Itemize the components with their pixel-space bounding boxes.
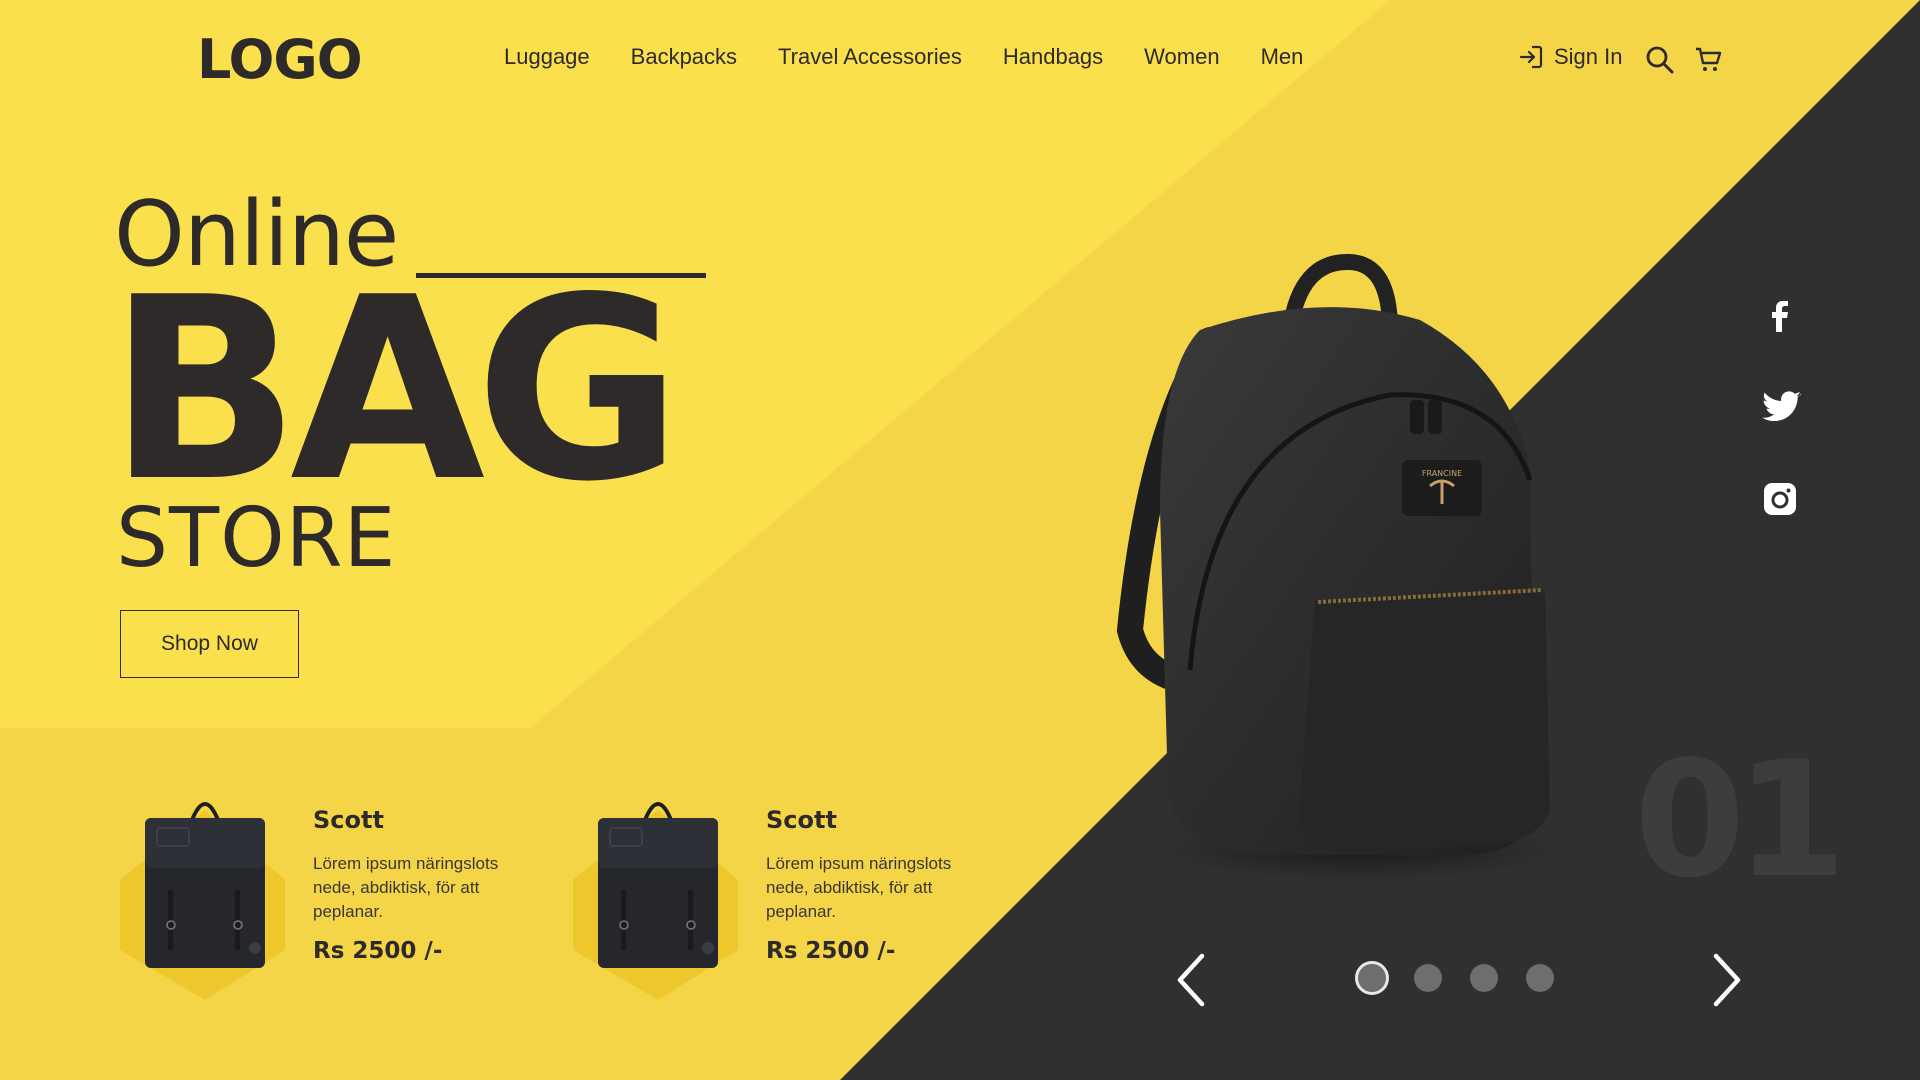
product-thumbnail [120, 802, 285, 1000]
hero-backpack-image: FRANCINE [1116, 253, 1560, 880]
chevron-left-icon [1177, 953, 1205, 1007]
next-slide-button[interactable] [1710, 952, 1744, 1012]
prev-slide-button[interactable] [1174, 952, 1208, 1012]
landing-page: LOGO Luggage Backpacks Travel Accessorie… [0, 0, 1920, 1080]
nav-backpacks[interactable]: Backpacks [631, 44, 737, 70]
slider-dots [1355, 961, 1582, 995]
product-title: Scott [313, 806, 384, 834]
hero-title-bag: BAG [108, 244, 682, 537]
nav-handbags[interactable]: Handbags [1003, 44, 1103, 70]
hero-title-store: STORE [116, 491, 397, 586]
slider-dot-2[interactable] [1414, 964, 1442, 992]
product-card[interactable]: Scott Lörem ipsum näringslots nede, abdi… [120, 770, 540, 1010]
sign-in-icon [1519, 45, 1543, 69]
twitter-icon [1762, 391, 1801, 422]
product-thumbnail [573, 802, 738, 1000]
facebook-link[interactable] [1762, 298, 1798, 338]
cart-button[interactable] [1694, 46, 1722, 78]
nav-women[interactable]: Women [1144, 44, 1219, 70]
main-nav: Luggage Backpacks Travel Accessories Han… [504, 44, 1344, 70]
instagram-link[interactable] [1762, 481, 1798, 521]
slide-number: 01 [1634, 726, 1847, 913]
slider-dot-3[interactable] [1470, 964, 1498, 992]
product-description: Lörem ipsum näringslots nede, abdiktisk,… [766, 854, 952, 921]
chevron-right-icon [1713, 953, 1741, 1007]
instagram-icon [1764, 483, 1796, 515]
product-description: Lörem ipsum näringslots nede, abdiktisk,… [313, 854, 499, 921]
slider-dot-4[interactable] [1526, 964, 1554, 992]
twitter-link[interactable] [1762, 390, 1802, 430]
nav-men[interactable]: Men [1261, 44, 1304, 70]
nav-luggage[interactable]: Luggage [504, 44, 590, 70]
facebook-icon [1772, 301, 1788, 332]
search-button[interactable] [1645, 45, 1675, 79]
product-card[interactable]: Scott Lörem ipsum näringslots nede, abdi… [573, 770, 993, 1010]
sign-in-button[interactable]: Sign In [1518, 44, 1623, 70]
backpack-brand-text: FRANCINE [1422, 469, 1462, 478]
product-price: Rs 2500 /- [766, 938, 896, 964]
cart-icon [1696, 47, 1722, 71]
logo[interactable]: LOGO [197, 28, 363, 91]
sign-in-label: Sign In [1554, 44, 1623, 69]
slider-dot-1[interactable] [1355, 961, 1389, 995]
product-title: Scott [766, 806, 837, 834]
product-price: Rs 2500 /- [313, 938, 443, 964]
nav-travel-accessories[interactable]: Travel Accessories [778, 44, 962, 70]
shop-now-button[interactable]: Shop Now [120, 610, 299, 678]
search-icon [1646, 46, 1674, 74]
